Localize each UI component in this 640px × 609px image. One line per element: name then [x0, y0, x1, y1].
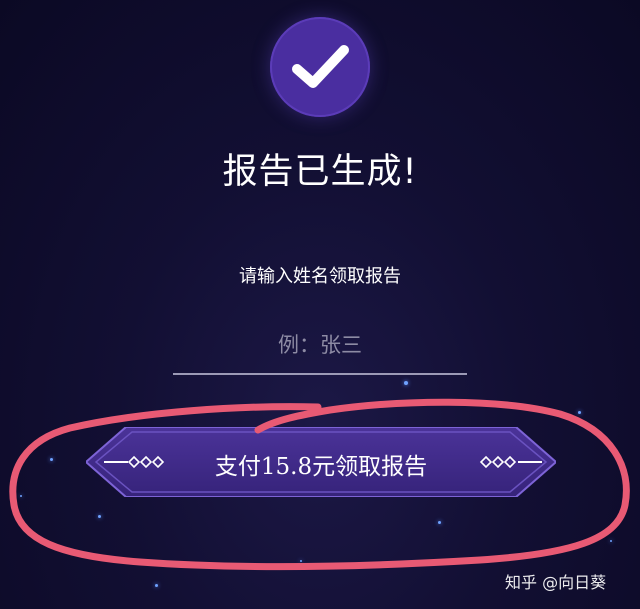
star — [155, 584, 158, 587]
page-title: 报告已生成! — [222, 152, 418, 192]
name-prompt: 请输入姓名领取报告 — [239, 266, 401, 287]
star — [50, 458, 53, 461]
name-input[interactable] — [173, 325, 467, 375]
star — [98, 515, 101, 518]
star — [610, 540, 612, 542]
star — [404, 381, 408, 385]
pay-button-label: 支付15.8元领取报告 — [214, 454, 428, 480]
pay-button[interactable]: 支付15.8元领取报告 — [86, 427, 556, 497]
checkmark-icon — [292, 45, 349, 88]
watermark: 知乎 @向日葵 — [505, 573, 607, 592]
star — [20, 495, 22, 497]
success-badge — [270, 17, 370, 117]
star — [438, 521, 441, 524]
star — [578, 411, 581, 414]
star — [300, 560, 302, 562]
